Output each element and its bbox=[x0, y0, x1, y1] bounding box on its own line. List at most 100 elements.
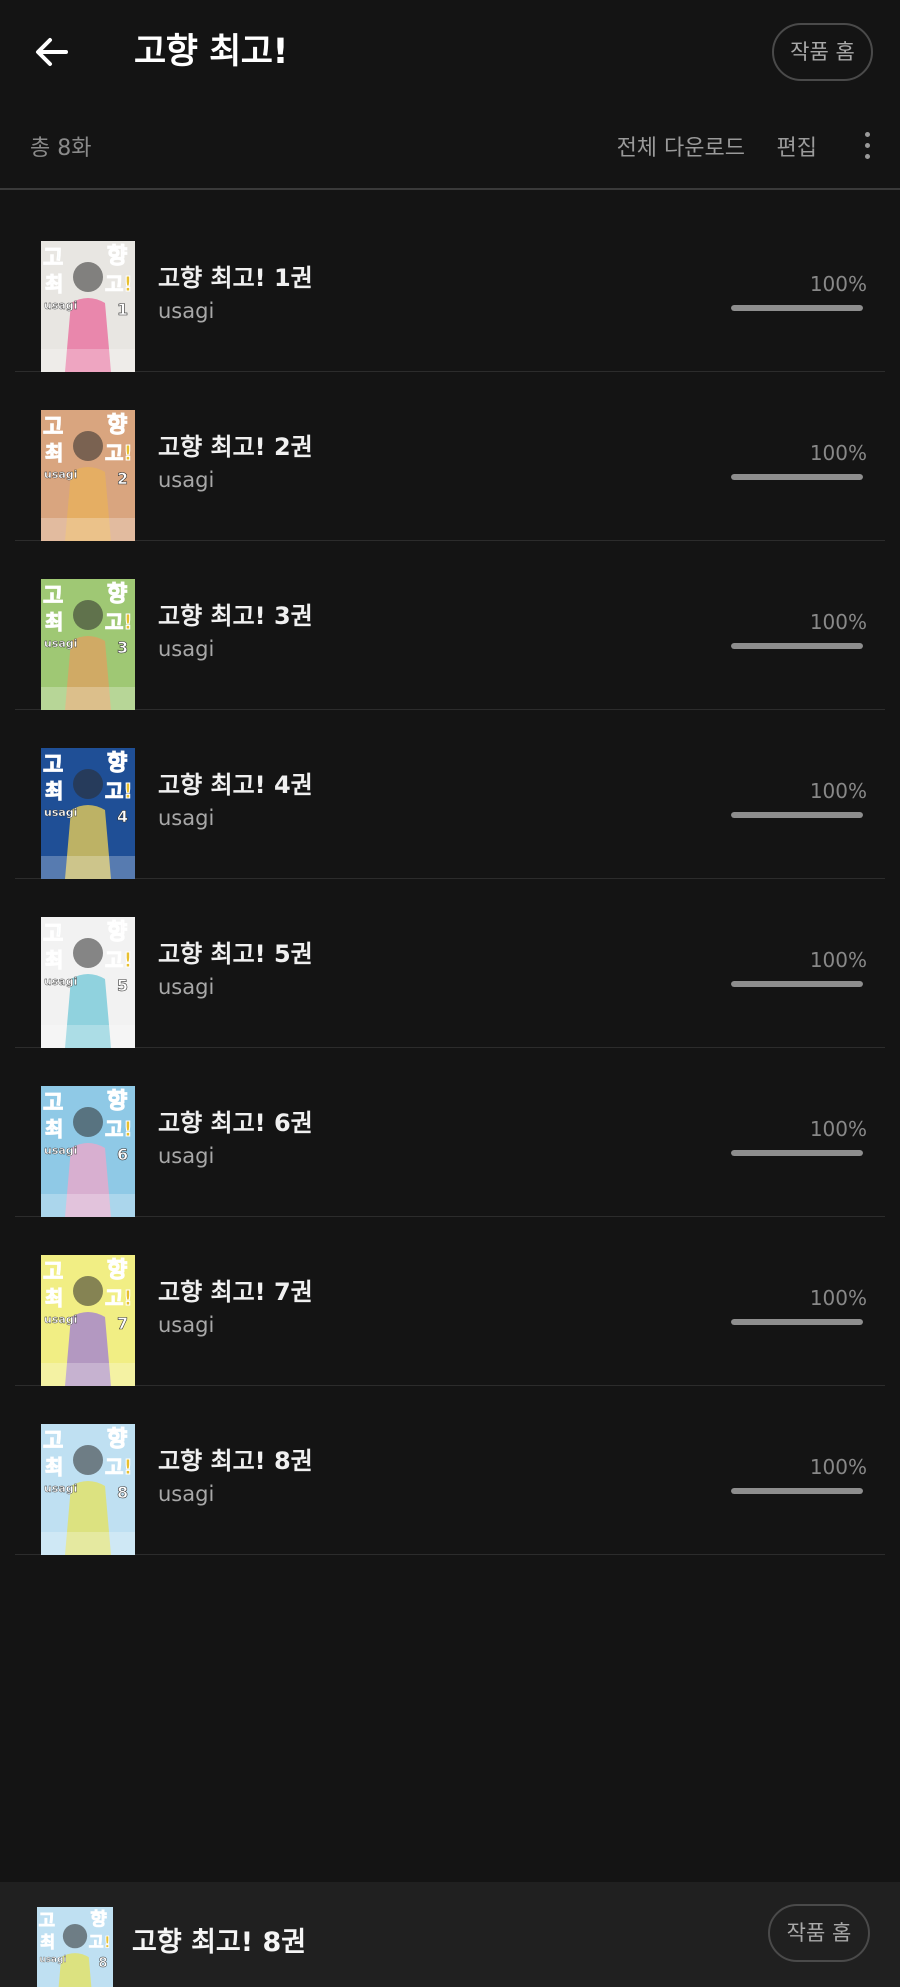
arrow-left-icon bbox=[36, 38, 68, 66]
download-progress-bar bbox=[731, 474, 863, 480]
volume-row[interactable]: 고 향 최 고! 1 usagi 고향 최고! 1권 usagi 100% bbox=[15, 203, 885, 372]
svg-text:usagi: usagi bbox=[39, 1955, 66, 1965]
volume-cover: 고 향 최 고! 1 usagi bbox=[41, 241, 135, 372]
svg-text:1: 1 bbox=[117, 300, 128, 319]
more-options-button[interactable] bbox=[852, 128, 882, 164]
volume-cover: 고 향 최 고! 3 usagi bbox=[41, 579, 135, 710]
svg-text:향: 향 bbox=[107, 1258, 127, 1283]
volume-row[interactable]: 고 향 최 고! 5 usagi 고향 최고! 5권 usagi 100% bbox=[15, 879, 885, 1048]
more-vertical-icon bbox=[865, 132, 870, 137]
app-header: 고향 최고! 작품 홈 bbox=[0, 0, 900, 104]
now-reading-bar[interactable]: 고 향 최 고! 8 usagi 고향 최고! 8권 작품 홈 bbox=[0, 1882, 900, 1987]
svg-text:최: 최 bbox=[45, 1455, 63, 1479]
svg-text:usagi: usagi bbox=[44, 1144, 77, 1157]
back-button[interactable] bbox=[30, 30, 74, 74]
series-home-button[interactable]: 작품 홈 bbox=[772, 23, 873, 81]
volume-cover: 고 향 최 고! 6 usagi bbox=[41, 1086, 135, 1217]
book-cover-image: 고 향최 고! 1 usagi bbox=[41, 241, 135, 372]
svg-text:향: 향 bbox=[107, 920, 127, 945]
svg-text:고: 고 bbox=[43, 1260, 63, 1285]
svg-text:4: 4 bbox=[117, 807, 128, 826]
download-progress-fill bbox=[731, 643, 863, 649]
book-cover-image: 고 향최 고! 8 usagi bbox=[37, 1907, 113, 1987]
svg-text:usagi: usagi bbox=[44, 299, 77, 312]
download-progress-bar bbox=[731, 643, 863, 649]
svg-text:고: 고 bbox=[39, 1910, 55, 1931]
edit-button[interactable]: 편집 bbox=[777, 130, 817, 162]
svg-text:5: 5 bbox=[117, 976, 128, 995]
volume-title: 고향 최고! 8권 bbox=[158, 1447, 313, 1475]
now-reading-home-button[interactable]: 작품 홈 bbox=[768, 1904, 870, 1962]
svg-text:고!: 고! bbox=[89, 1932, 111, 1951]
download-percent: 100% bbox=[809, 779, 867, 803]
svg-text:최: 최 bbox=[45, 1117, 63, 1141]
volume-author: usagi bbox=[158, 1313, 215, 1337]
download-progress-bar bbox=[731, 1150, 863, 1156]
book-cover-image: 고 향최 고! 4 usagi bbox=[41, 748, 135, 879]
volume-author: usagi bbox=[158, 468, 215, 492]
page-title: 고향 최고! bbox=[134, 32, 288, 72]
volume-title: 고향 최고! 5권 bbox=[158, 940, 313, 968]
download-percent: 100% bbox=[809, 441, 867, 465]
download-percent: 100% bbox=[809, 272, 867, 296]
svg-text:고!: 고! bbox=[105, 779, 133, 803]
svg-text:고: 고 bbox=[43, 1091, 63, 1116]
svg-text:고: 고 bbox=[43, 246, 63, 271]
download-progress-bar bbox=[731, 305, 863, 311]
now-reading-cover: 고 향 최 고! 8 usagi bbox=[37, 1907, 113, 1987]
volume-title: 고향 최고! 2권 bbox=[158, 433, 313, 461]
volume-row[interactable]: 고 향 최 고! 7 usagi 고향 최고! 7권 usagi 100% bbox=[15, 1217, 885, 1386]
volume-row[interactable]: 고 향 최 고! 3 usagi 고향 최고! 3권 usagi 100% bbox=[15, 541, 885, 710]
volume-cover: 고 향 최 고! 7 usagi bbox=[41, 1255, 135, 1386]
download-percent: 100% bbox=[809, 1455, 867, 1479]
download-progress-bar bbox=[731, 1319, 863, 1325]
svg-text:고!: 고! bbox=[105, 1117, 133, 1141]
volume-title: 고향 최고! 7권 bbox=[158, 1278, 313, 1306]
svg-text:8: 8 bbox=[98, 1956, 107, 1971]
svg-text:usagi: usagi bbox=[44, 1313, 77, 1326]
volume-list: 고 향 최 고! 1 usagi 고향 최고! 1권 usagi 100% 고 향 최 고! 2 usagi… bbox=[15, 203, 885, 1555]
book-cover-image: 고 향최 고! 6 usagi bbox=[41, 1086, 135, 1217]
download-all-button[interactable]: 전체 다운로드 bbox=[617, 130, 745, 162]
volume-cover: 고 향 최 고! 2 usagi bbox=[41, 410, 135, 541]
download-progress-bar bbox=[731, 812, 863, 818]
book-cover-image: 고 향최 고! 2 usagi bbox=[41, 410, 135, 541]
total-episode-count: 총 8화 bbox=[30, 136, 92, 161]
svg-text:2: 2 bbox=[117, 469, 128, 488]
volume-row[interactable]: 고 향 최 고! 8 usagi 고향 최고! 8권 usagi 100% bbox=[15, 1386, 885, 1555]
download-percent: 100% bbox=[809, 610, 867, 634]
download-progress-fill bbox=[731, 305, 863, 311]
svg-text:6: 6 bbox=[117, 1145, 128, 1164]
list-toolbar: 총 8화 전체 다운로드 편집 bbox=[0, 104, 900, 190]
volume-row[interactable]: 고 향 최 고! 2 usagi 고향 최고! 2권 usagi 100% bbox=[15, 372, 885, 541]
svg-text:usagi: usagi bbox=[44, 637, 77, 650]
download-progress-fill bbox=[731, 1319, 863, 1325]
svg-text:고!: 고! bbox=[105, 610, 133, 634]
svg-text:고: 고 bbox=[43, 753, 63, 778]
volume-title: 고향 최고! 1권 bbox=[158, 264, 313, 292]
volume-author: usagi bbox=[158, 299, 215, 323]
svg-text:usagi: usagi bbox=[44, 468, 77, 481]
download-percent: 100% bbox=[809, 1286, 867, 1310]
svg-text:최: 최 bbox=[45, 272, 63, 296]
svg-text:3: 3 bbox=[117, 638, 128, 657]
svg-text:최: 최 bbox=[45, 1286, 63, 1310]
svg-text:고!: 고! bbox=[105, 1455, 133, 1479]
svg-text:고!: 고! bbox=[105, 948, 133, 972]
volume-row[interactable]: 고 향 최 고! 6 usagi 고향 최고! 6권 usagi 100% bbox=[15, 1048, 885, 1217]
volume-row[interactable]: 고 향 최 고! 4 usagi 고향 최고! 4권 usagi 100% bbox=[15, 710, 885, 879]
download-progress-fill bbox=[731, 1488, 863, 1494]
svg-text:고: 고 bbox=[43, 922, 63, 947]
download-progress-fill bbox=[731, 812, 863, 818]
svg-text:고!: 고! bbox=[105, 272, 133, 296]
svg-text:usagi: usagi bbox=[44, 1482, 77, 1495]
svg-text:고: 고 bbox=[43, 1429, 63, 1454]
svg-text:최: 최 bbox=[45, 441, 63, 465]
volume-author: usagi bbox=[158, 975, 215, 999]
svg-text:7: 7 bbox=[117, 1314, 128, 1333]
svg-text:8: 8 bbox=[117, 1483, 128, 1502]
svg-text:고: 고 bbox=[43, 584, 63, 609]
volume-cover: 고 향 최 고! 5 usagi bbox=[41, 917, 135, 1048]
now-reading-title: 고향 최고! 8권 bbox=[132, 1927, 307, 1958]
volume-title: 고향 최고! 4권 bbox=[158, 771, 313, 799]
